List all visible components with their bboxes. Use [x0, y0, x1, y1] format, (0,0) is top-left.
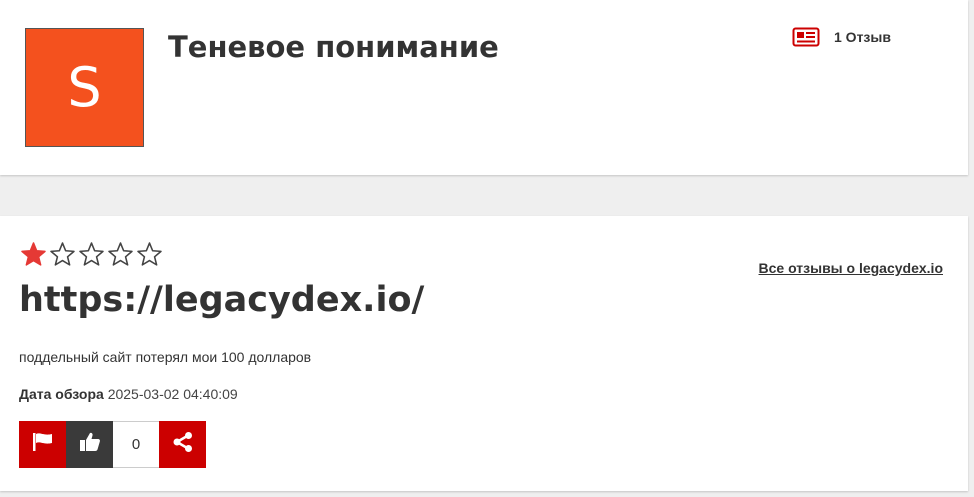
star-empty-icon	[108, 242, 133, 266]
review-date: Дата обзора 2025-03-02 04:40:09	[19, 386, 238, 402]
review-date-label: Дата обзора	[19, 386, 104, 402]
share-button[interactable]	[159, 421, 206, 468]
newspaper-icon	[792, 27, 820, 47]
star-empty-icon	[50, 242, 75, 266]
reviewed-site-url[interactable]: https://legacydex.io/	[19, 280, 424, 320]
flag-icon	[31, 432, 55, 457]
review-date-value: 2025-03-02 04:40:09	[107, 386, 238, 402]
profile-name: Теневое понимание	[168, 30, 499, 64]
review-actions: 0	[19, 421, 206, 468]
thumbs-up-icon	[79, 431, 101, 458]
review-card: https://legacydex.io/ Все отзывы о legac…	[0, 216, 968, 491]
review-count[interactable]: 1 Отзыв	[792, 27, 891, 47]
star-rating	[19, 240, 164, 269]
avatar-letter: S	[67, 56, 102, 119]
star-empty-icon	[137, 242, 162, 266]
all-reviews-link[interactable]: Все отзывы о legacydex.io	[759, 260, 943, 276]
review-count-text: 1 Отзыв	[834, 29, 891, 45]
like-count: 0	[113, 421, 159, 468]
like-button[interactable]	[66, 421, 113, 468]
review-text: поддельный сайт потерял мои 100 долларов	[19, 349, 312, 365]
flag-button[interactable]	[19, 421, 66, 468]
star-empty-icon	[79, 242, 104, 266]
avatar: S	[25, 28, 144, 147]
star-filled-icon	[21, 242, 46, 266]
share-icon	[172, 431, 194, 458]
profile-card: S Теневое понимание 1 Отзыв	[0, 0, 968, 175]
